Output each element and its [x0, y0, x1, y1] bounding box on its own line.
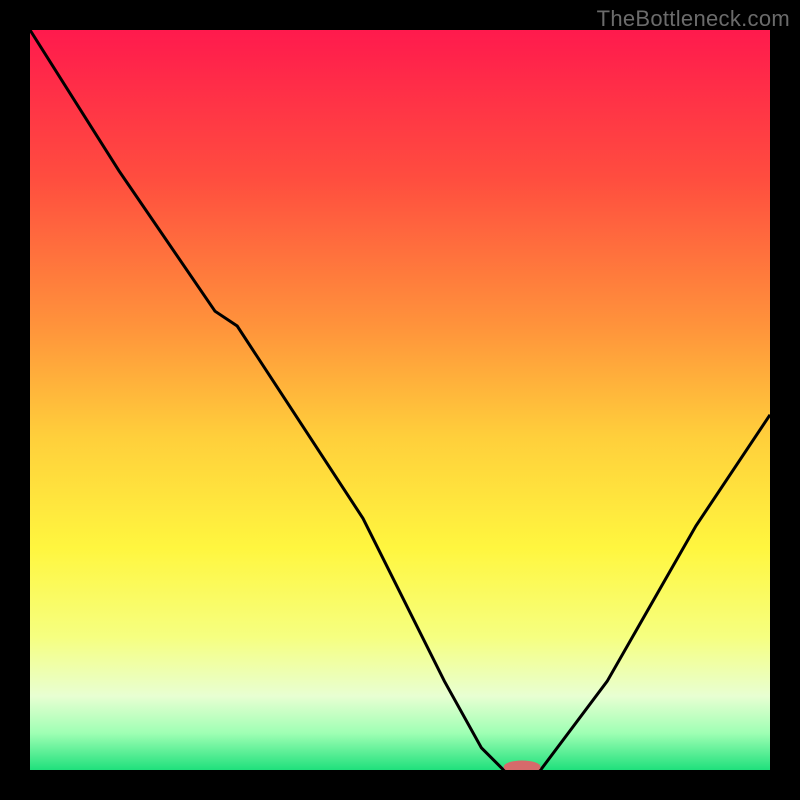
plot-area: [30, 30, 770, 770]
gradient-background: [30, 30, 770, 770]
chart-frame: TheBottleneck.com: [0, 0, 800, 800]
optimal-marker: [504, 761, 540, 770]
watermark-text: TheBottleneck.com: [597, 6, 790, 32]
chart-svg: [30, 30, 770, 770]
